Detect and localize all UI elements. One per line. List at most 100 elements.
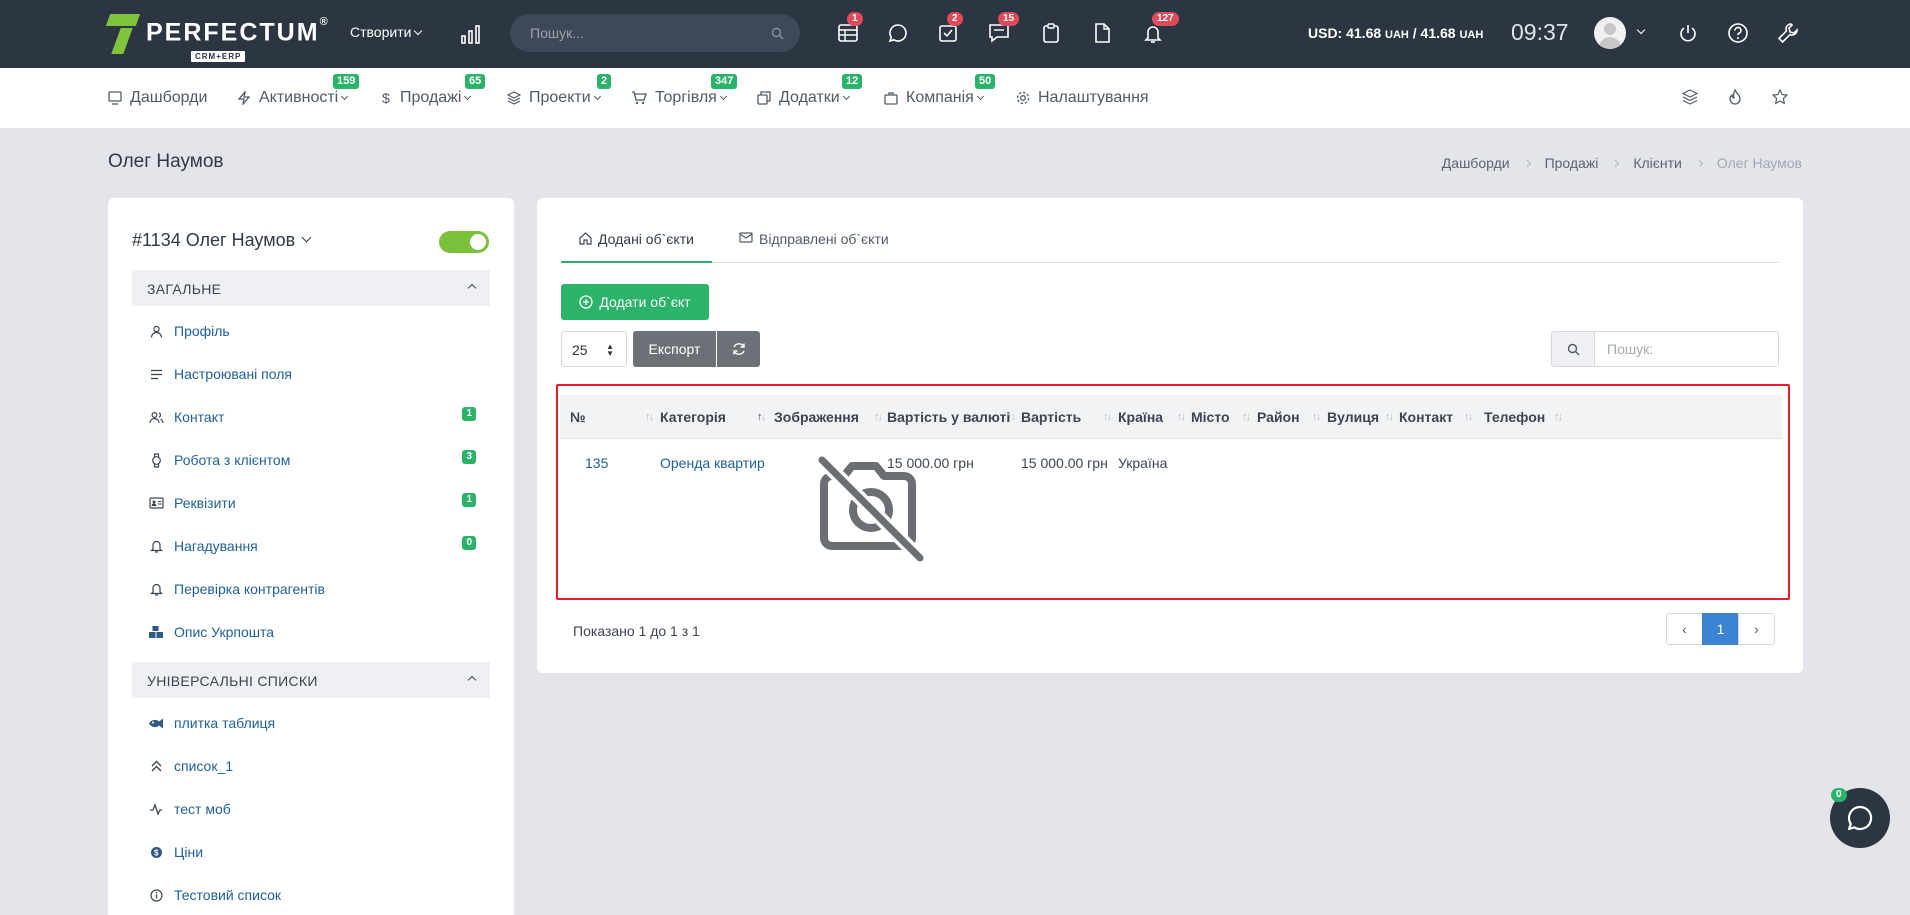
sort-icon[interactable]: ↑↓ [645,411,654,423]
chevron-down-icon[interactable] [1636,25,1646,35]
sidebar-item-list-1[interactable]: список_1 [148,755,490,777]
section-general[interactable]: ЗАГАЛЬНЕ [132,270,490,306]
double-chevron-up-icon [148,758,164,774]
next-page-button[interactable]: › [1738,613,1775,645]
column-header-price[interactable]: Вартість [1021,395,1081,439]
bar-chart-icon[interactable] [460,24,482,44]
checklist-icon[interactable]: 2 [935,12,963,46]
logo-registered: ® [319,16,328,28]
sidebar-item-label: Тестовий список [174,887,282,903]
column-header-city[interactable]: Місто [1191,395,1230,439]
nav-projects[interactable]: Проекти 2 [507,74,612,108]
sidebar-item-counterparty-check[interactable]: Перевірка контрагентів [148,578,490,600]
help-icon[interactable] [1725,20,1751,46]
section-universal-lists[interactable]: УНІВЕРСАЛЬНІ СПИСКИ [132,662,490,698]
prev-page-button[interactable]: ‹ [1666,613,1703,645]
sidebar-badge: 1 [462,407,476,421]
nav-label: Дашборди [130,89,208,106]
breadcrumb-item[interactable]: Продажі [1545,155,1599,171]
nav-trade[interactable]: Торгівля 347 [631,74,738,108]
client-active-toggle[interactable] [439,231,489,253]
column-header-contact[interactable]: Контакт [1399,395,1453,439]
sidebar-item-tile-table[interactable]: плитка таблиця [148,712,490,734]
sidebar-item-test-list[interactable]: Тестовий список [148,884,490,906]
create-menu[interactable]: Створити [350,24,423,40]
search-icon[interactable] [771,27,784,40]
messages-icon[interactable]: 15 [986,12,1020,46]
sort-icon[interactable]: ↑↓ [1385,411,1394,423]
sidebar-item-contact[interactable]: Контакт 1 [148,406,490,428]
column-header-number[interactable]: № [570,395,586,439]
sort-asc-icon[interactable]: ↑↓ [757,411,766,423]
document-icon[interactable] [1089,20,1115,46]
sort-icon[interactable]: ↑↓ [874,411,883,423]
add-object-button[interactable]: Додати об`єкт [561,284,709,320]
breadcrumb-item[interactable]: Дашборди [1442,155,1510,171]
cell-category[interactable]: Оренда квартир [660,455,765,471]
client-selector[interactable]: #1134 Олег Наумов [132,230,312,251]
tab-sent-objects[interactable]: Відправлені об`єкти [721,228,907,263]
refresh-button[interactable] [717,331,760,367]
nav-company[interactable]: Компанія 50 [884,74,996,108]
tasks-grid-icon[interactable]: 1 [835,12,863,46]
nav-label: Активності [259,89,339,106]
cell-price: 15 000.00 грн [1021,455,1108,471]
page-button[interactable]: 1 [1702,613,1739,645]
bell-icon[interactable]: 127 [1140,12,1179,46]
export-button[interactable]: Експорт [633,331,716,367]
column-header-price-currency[interactable]: Вартість у валюті [887,395,1010,439]
layers-icon[interactable] [1680,87,1700,107]
chevron-down-icon [341,92,349,100]
nav-badge: 2 [597,74,612,89]
top-search-input[interactable] [530,14,760,52]
nav-settings[interactable]: Налаштування [1016,88,1149,108]
power-icon[interactable] [1675,20,1701,46]
avatar[interactable] [1594,17,1626,49]
sidebar-item-ukrposhta[interactable]: Опис Укрпошта [148,621,490,643]
sidebar-item-custom-fields[interactable]: Настроювані поля [148,363,490,385]
nav-sales[interactable]: $ Продажі 65 [380,74,486,108]
nav-addons[interactable]: Додатки 12 [757,74,863,108]
column-header-district[interactable]: Район [1257,395,1300,439]
column-header-phone[interactable]: Телефон [1484,395,1545,439]
nav-activities[interactable]: Активності 159 [237,74,360,108]
column-header-image[interactable]: Зображення [774,395,859,439]
nav-badge: 50 [975,74,996,89]
users-icon [148,409,164,425]
info-icon [148,887,164,903]
chat-icon[interactable] [885,20,911,46]
cell-number[interactable]: 135 [585,455,608,471]
logo[interactable]: PERFECTUM® CRM+ERP [105,14,328,63]
star-icon[interactable] [1770,87,1790,107]
nav-dashboards[interactable]: Дашборди [108,88,207,108]
clipboard-icon[interactable] [1038,20,1064,46]
page-size-select[interactable]: 25 ▲ ▼ [561,331,627,367]
sidebar-item-client-work[interactable]: Робота з клієнтом 3 [148,449,490,471]
sidebar-item-prices[interactable]: $ Ціни [148,841,490,863]
objects-card: Додані об`єкти Відправлені об`єкти Додат… [537,198,1803,673]
nav-badge: 65 [465,74,486,89]
fire-icon[interactable] [1725,87,1745,107]
column-label: Зображення [774,409,859,425]
sidebar-item-test-mob[interactable]: тест моб [148,798,490,820]
tab-added-objects[interactable]: Додані об`єкти [561,228,712,263]
watch-icon [148,452,164,468]
sidebar-item-profile[interactable]: Профіль [148,320,490,342]
sort-icon[interactable]: ↑↓ [1242,411,1251,423]
table-search-input[interactable] [1594,331,1779,367]
column-header-country[interactable]: Країна [1118,395,1163,439]
nav-label: Додатки [779,89,840,106]
sort-icon[interactable]: ↑↓ [1554,411,1563,423]
sort-icon[interactable]: ↑↓ [1103,411,1112,423]
chevron-down-icon [719,92,727,100]
column-header-category[interactable]: Категорія [660,395,726,439]
column-header-street[interactable]: Вулиця [1327,395,1379,439]
breadcrumb-item[interactable]: Клієнти [1633,155,1682,171]
sidebar-item-requisites[interactable]: Реквізити 1 [148,492,490,514]
sort-icon[interactable]: ↑↓ [1464,411,1473,423]
sort-icon[interactable]: ↑↓ [1007,411,1016,423]
sort-icon[interactable]: ↑↓ [1312,411,1321,423]
sidebar-item-reminders[interactable]: Нагадування 0 [148,535,490,557]
sort-icon[interactable]: ↑↓ [1177,411,1186,423]
wrench-icon[interactable] [1775,20,1801,46]
